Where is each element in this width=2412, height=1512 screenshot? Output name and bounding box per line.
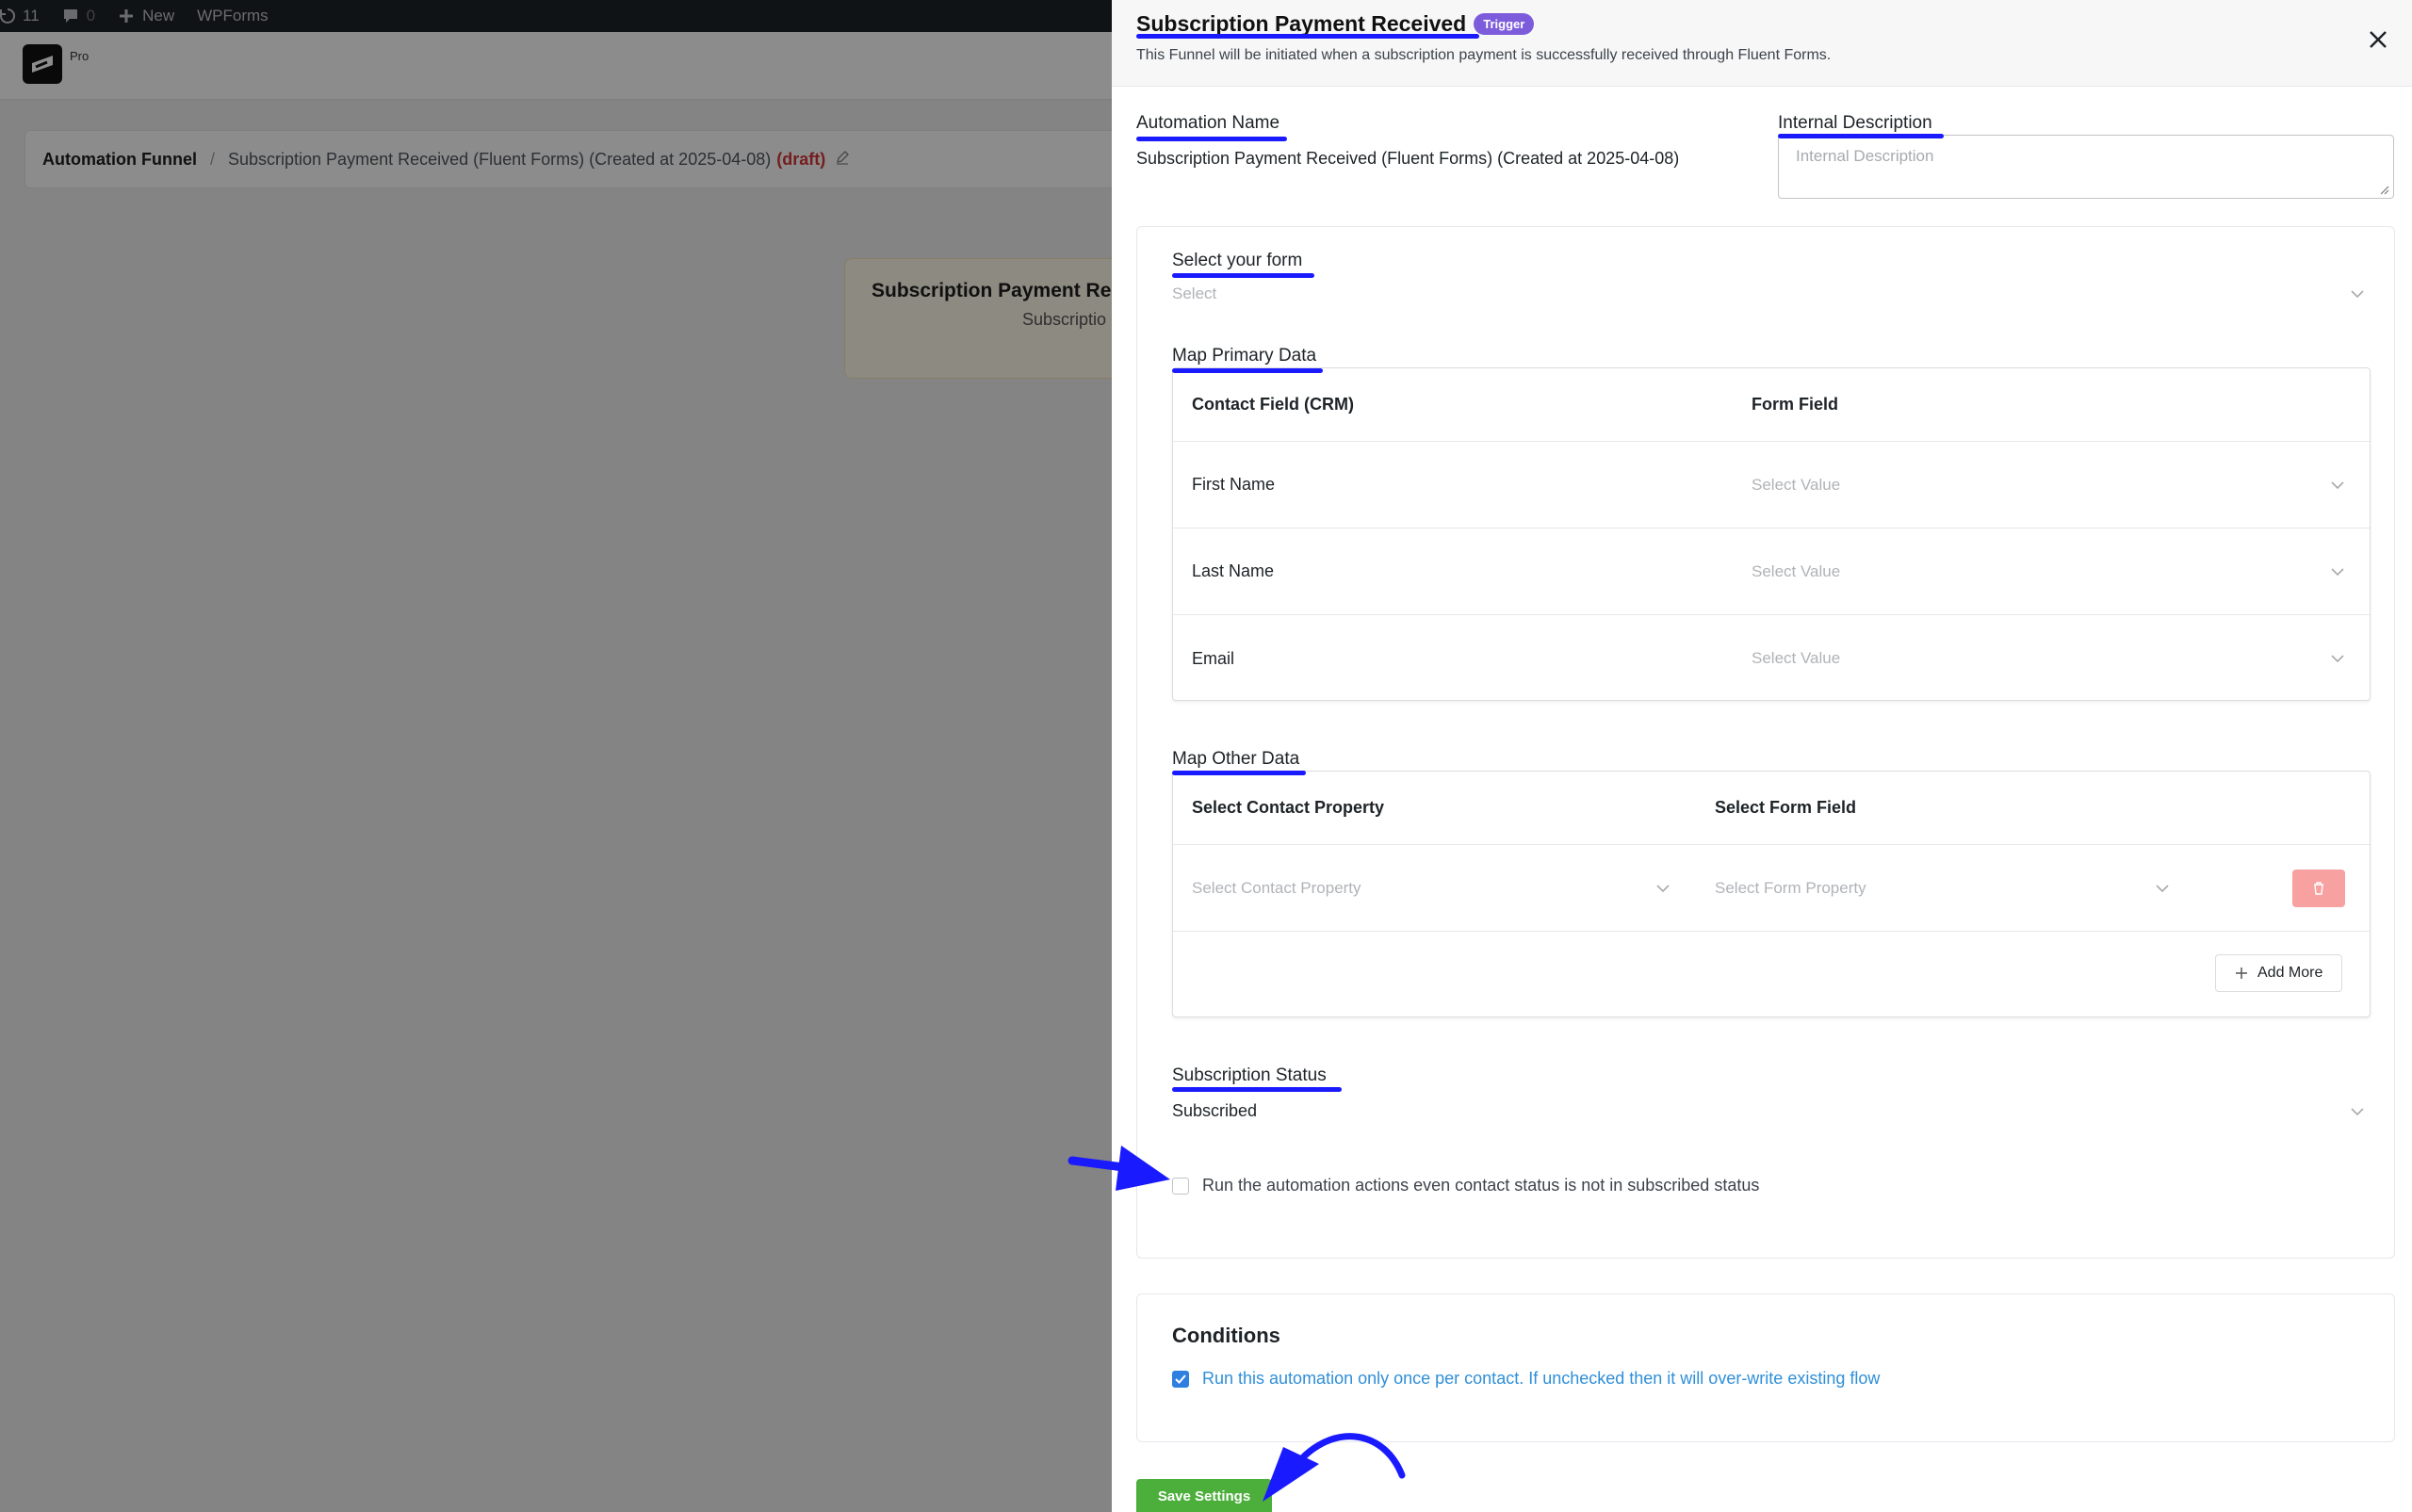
subscription-status-value: Subscribed	[1172, 1101, 1258, 1120]
annotation-underline	[1172, 771, 1306, 775]
chevron-down-icon	[2351, 1107, 2364, 1115]
automation-name-value[interactable]: Subscription Payment Received (Fluent Fo…	[1136, 149, 1679, 169]
run-even-unsubscribed-label[interactable]: Run the automation actions even contact …	[1202, 1176, 1759, 1195]
trigger-settings-drawer: Subscription Payment Received Trigger Th…	[1112, 0, 2412, 1512]
trigger-badge: Trigger	[1474, 13, 1535, 35]
plus-icon	[2236, 967, 2247, 979]
resize-handle-icon[interactable]	[2378, 184, 2389, 195]
conditions-title: Conditions	[1172, 1324, 1280, 1347]
form-select-placeholder: Select	[1172, 285, 1217, 302]
add-more-button[interactable]: Add More	[2215, 954, 2343, 992]
table-row: First Name Select Value	[1173, 442, 2370, 528]
annotation-underline	[1136, 34, 1479, 39]
primary-data-table: Contact Field (CRM) Form Field First Nam…	[1172, 367, 2371, 701]
map-primary-label: Map Primary Data	[1172, 346, 1317, 366]
check-icon	[1175, 1374, 1186, 1384]
conditions-card	[1136, 1293, 2395, 1442]
primary-header-row: Contact Field (CRM) Form Field	[1173, 368, 2370, 442]
annotation-underline	[1136, 137, 1287, 141]
chevron-down-icon	[2331, 567, 2344, 576]
save-settings-button[interactable]: Save Settings	[1136, 1479, 1272, 1512]
annotation-underline	[1172, 273, 1314, 278]
subscription-status-label: Subscription Status	[1172, 1065, 1327, 1085]
close-icon[interactable]	[2365, 26, 2391, 53]
last-name-value-select[interactable]: Select Value	[1752, 562, 1840, 581]
primary-field-last-name: Last Name	[1192, 561, 1275, 580]
annotation-underline	[1778, 134, 1944, 138]
first-name-value-select[interactable]: Select Value	[1752, 476, 1840, 495]
chevron-down-icon	[2331, 655, 2344, 663]
internal-description-input[interactable]: Internal Description	[1778, 135, 2394, 199]
other-data-table: Select Contact Property Select Form Fiel…	[1172, 771, 2371, 1017]
email-value-select[interactable]: Select Value	[1752, 649, 1840, 668]
chevron-down-icon	[2351, 290, 2364, 299]
chevron-down-icon	[1656, 884, 1670, 892]
run-once-label[interactable]: Run this automation only once per contac…	[1202, 1369, 1880, 1389]
other-header-row: Select Contact Property Select Form Fiel…	[1173, 772, 2370, 845]
select-form-label: Select your form	[1172, 251, 1303, 270]
drawer-header: Subscription Payment Received Trigger Th…	[1112, 0, 2412, 87]
delete-row-button[interactable]	[2292, 869, 2345, 907]
primary-field-first-name: First Name	[1192, 475, 1276, 494]
run-once-checkbox[interactable]	[1172, 1371, 1189, 1388]
form-select[interactable]: Select	[1172, 285, 2365, 303]
drawer-title: Subscription Payment Received	[1136, 11, 1467, 36]
table-row: Last Name Select Value	[1173, 528, 2370, 615]
chevron-down-icon	[2156, 884, 2169, 892]
other-header-contact: Select Contact Property	[1192, 798, 1385, 817]
add-more-label: Add More	[2257, 965, 2323, 981]
internal-description-label: Internal Description	[1778, 113, 1932, 133]
table-row: Select Contact Property Select Form Prop…	[1173, 845, 2370, 932]
primary-header-contact: Contact Field (CRM)	[1192, 395, 1354, 414]
internal-description-placeholder: Internal Description	[1796, 147, 1934, 165]
form-property-select[interactable]: Select Form Property	[1715, 879, 1866, 898]
trash-icon	[2314, 881, 2323, 895]
drawer-title-row: Subscription Payment Received Trigger	[1136, 11, 1535, 37]
contact-property-select[interactable]: Select Contact Property	[1192, 879, 1361, 898]
annotation-underline	[1172, 1087, 1342, 1092]
primary-field-email: Email	[1192, 648, 1235, 668]
drawer-subtitle: This Funnel will be initiated when a sub…	[1136, 47, 1832, 63]
run-even-unsubscribed-checkbox[interactable]	[1172, 1178, 1189, 1195]
table-row: Email Select Value	[1173, 615, 2370, 702]
subscription-status-select[interactable]: Subscribed	[1172, 1101, 2365, 1121]
map-other-label: Map Other Data	[1172, 749, 1300, 769]
chevron-down-icon	[2331, 480, 2344, 489]
annotation-underline	[1172, 368, 1323, 373]
automation-name-label: Automation Name	[1136, 113, 1280, 133]
other-header-form: Select Form Field	[1715, 798, 1857, 817]
primary-header-form: Form Field	[1752, 395, 1839, 414]
